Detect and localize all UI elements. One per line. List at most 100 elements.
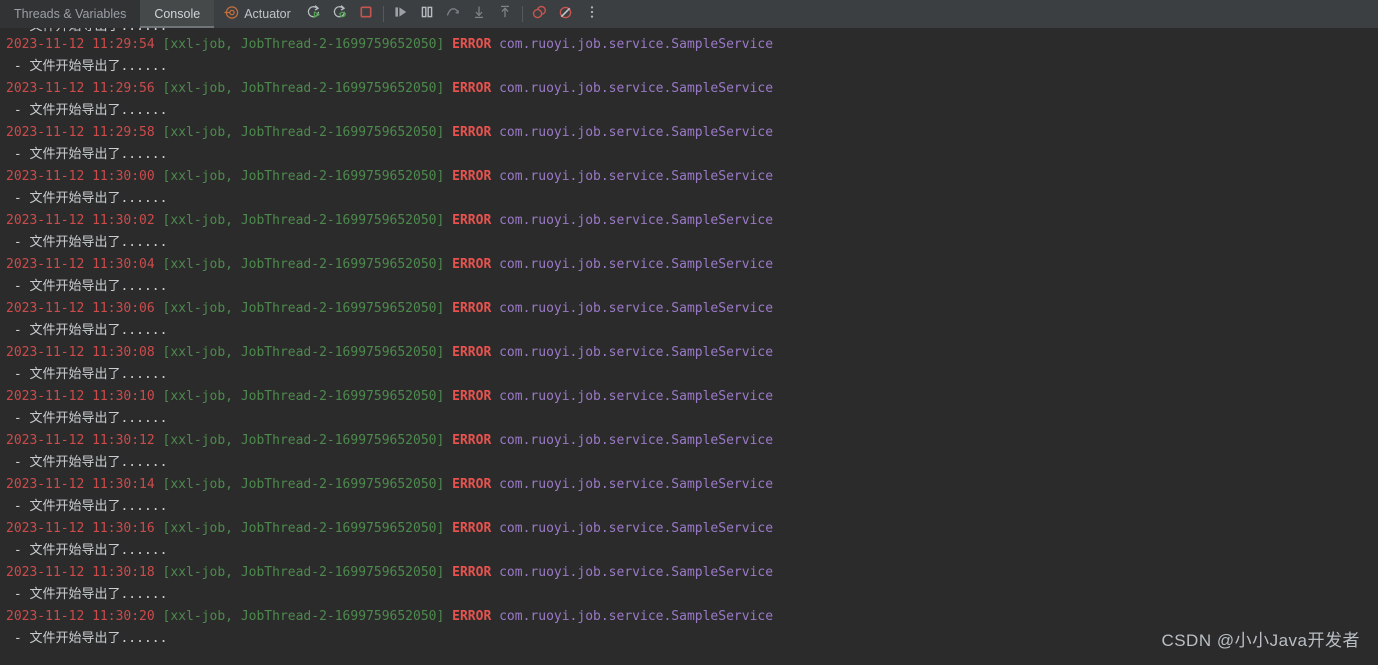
log-logger: com.ruoyi.job.service.SampleService bbox=[499, 609, 774, 624]
rerun-debug-bug-icon bbox=[332, 4, 348, 24]
debug-toolbar: Threads & Variables Console Actuator bbox=[0, 0, 1378, 28]
log-line-info: - 文件开始导出了...... bbox=[6, 540, 1378, 562]
log-timestamp: 2023-11-12 11:30:04 bbox=[6, 257, 163, 272]
log-timestamp: 2023-11-12 11:29:56 bbox=[6, 81, 163, 96]
log-line-info: - 文件开始导出了...... bbox=[6, 56, 1378, 78]
log-thread: [xxl-job, JobThread-2-1699759652050] bbox=[162, 521, 453, 536]
log-level: ERROR bbox=[452, 609, 500, 624]
console-output-area[interactable]: - 文件开始导出了...... 2023-11-12 11:29:54 [xxl-… bbox=[0, 28, 1378, 665]
log-logger: com.ruoyi.job.service.SampleService bbox=[499, 345, 774, 360]
more-vertical-icon bbox=[585, 4, 599, 24]
log-logger: com.ruoyi.job.service.SampleService bbox=[499, 521, 774, 536]
log-lines: - 文件开始导出了...... 2023-11-12 11:29:54 [xxl-… bbox=[6, 28, 1378, 650]
log-logger: com.ruoyi.job.service.SampleService bbox=[499, 565, 774, 580]
log-thread: [xxl-job, JobThread-2-1699759652050] bbox=[162, 565, 453, 580]
log-line-error: 2023-11-12 11:30:08 [xxl-job, JobThread-… bbox=[6, 342, 1378, 364]
log-level: ERROR bbox=[452, 565, 500, 580]
log-thread: [xxl-job, JobThread-2-1699759652050] bbox=[162, 169, 453, 184]
log-line-info: - 文件开始导出了...... bbox=[6, 584, 1378, 606]
log-level: ERROR bbox=[452, 521, 500, 536]
log-line-info: - 文件开始导出了...... bbox=[6, 320, 1378, 342]
log-message: - 文件开始导出了...... bbox=[6, 103, 168, 118]
step-into-icon bbox=[471, 4, 487, 24]
log-line-info: - 文件开始导出了...... bbox=[6, 276, 1378, 298]
log-level: ERROR bbox=[452, 389, 500, 404]
resume-program-button[interactable] bbox=[388, 0, 414, 28]
rerun-icon bbox=[306, 4, 322, 24]
log-level: ERROR bbox=[452, 477, 500, 492]
log-line-info: - 文件开始导出了...... bbox=[6, 364, 1378, 386]
tab-threads-and-variables[interactable]: Threads & Variables bbox=[0, 0, 141, 28]
log-line-info: - 文件开始导出了...... bbox=[6, 144, 1378, 166]
tab-console-label: Console bbox=[154, 7, 201, 21]
log-thread: [xxl-job, JobThread-2-1699759652050] bbox=[162, 125, 453, 140]
view-breakpoints-button[interactable] bbox=[527, 0, 553, 28]
log-logger: com.ruoyi.job.service.SampleService bbox=[499, 169, 774, 184]
log-message: - 文件开始导出了...... bbox=[6, 631, 168, 646]
log-message: - 文件开始导出了...... bbox=[6, 147, 168, 162]
toolbar-separator-1 bbox=[382, 6, 384, 22]
log-logger: com.ruoyi.job.service.SampleService bbox=[499, 477, 774, 492]
log-line-error: 2023-11-12 11:30:14 [xxl-job, JobThread-… bbox=[6, 474, 1378, 496]
log-message: - 文件开始导出了...... bbox=[6, 367, 168, 382]
log-line-error: 2023-11-12 11:29:56 [xxl-job, JobThread-… bbox=[6, 78, 1378, 100]
log-line-error: 2023-11-12 11:30:18 [xxl-job, JobThread-… bbox=[6, 562, 1378, 584]
step-out-icon bbox=[497, 4, 513, 24]
pause-program-button[interactable] bbox=[414, 0, 440, 28]
log-timestamp: 2023-11-12 11:29:54 bbox=[6, 37, 163, 52]
rerun-button[interactable] bbox=[301, 0, 327, 28]
log-level: ERROR bbox=[452, 213, 500, 228]
log-thread: [xxl-job, JobThread-2-1699759652050] bbox=[162, 477, 453, 492]
log-message: - 文件开始导出了...... bbox=[6, 59, 168, 74]
step-into-button[interactable] bbox=[466, 0, 492, 28]
log-timestamp: 2023-11-12 11:30:00 bbox=[6, 169, 163, 184]
log-logger: com.ruoyi.job.service.SampleService bbox=[499, 213, 774, 228]
actuator-button[interactable]: Actuator bbox=[218, 0, 297, 28]
log-line-error: 2023-11-12 11:30:16 [xxl-job, JobThread-… bbox=[6, 518, 1378, 540]
tab-threads-and-variables-label: Threads & Variables bbox=[14, 7, 127, 21]
step-over-button[interactable] bbox=[440, 0, 466, 28]
log-level: ERROR bbox=[452, 81, 500, 96]
log-message: - 文件开始导出了...... bbox=[6, 499, 168, 514]
log-message: - 文件开始导出了...... bbox=[6, 235, 168, 250]
log-message: - 文件开始导出了...... bbox=[6, 411, 168, 426]
log-message: - 文件开始导出了...... bbox=[6, 455, 168, 470]
log-logger: com.ruoyi.job.service.SampleService bbox=[499, 81, 774, 96]
breakpoints-icon bbox=[531, 4, 548, 25]
log-timestamp: 2023-11-12 11:30:20 bbox=[6, 609, 163, 624]
rerun-debug-button[interactable] bbox=[327, 0, 353, 28]
log-line-error: 2023-11-12 11:30:06 [xxl-job, JobThread-… bbox=[6, 298, 1378, 320]
log-thread: [xxl-job, JobThread-2-1699759652050] bbox=[162, 609, 453, 624]
log-line-info: - 文件开始导出了...... bbox=[6, 452, 1378, 474]
log-timestamp: 2023-11-12 11:30:16 bbox=[6, 521, 163, 536]
step-out-button[interactable] bbox=[492, 0, 518, 28]
log-thread: [xxl-job, JobThread-2-1699759652050] bbox=[162, 433, 453, 448]
log-message: - 文件开始导出了...... bbox=[6, 587, 168, 602]
tab-console[interactable]: Console bbox=[140, 0, 215, 28]
mute-breakpoints-button[interactable] bbox=[553, 0, 579, 28]
more-options-button[interactable] bbox=[579, 0, 605, 28]
log-level: ERROR bbox=[452, 125, 500, 140]
log-thread: [xxl-job, JobThread-2-1699759652050] bbox=[162, 37, 453, 52]
log-logger: com.ruoyi.job.service.SampleService bbox=[499, 389, 774, 404]
log-level: ERROR bbox=[452, 257, 500, 272]
log-line-info: - 文件开始导出了...... bbox=[6, 232, 1378, 254]
log-line-error: 2023-11-12 11:30:12 [xxl-job, JobThread-… bbox=[6, 430, 1378, 452]
log-timestamp: 2023-11-12 11:30:14 bbox=[6, 477, 163, 492]
log-level: ERROR bbox=[452, 301, 500, 316]
log-logger: com.ruoyi.job.service.SampleService bbox=[499, 433, 774, 448]
log-line-error: 2023-11-12 11:30:02 [xxl-job, JobThread-… bbox=[6, 210, 1378, 232]
log-line-error: 2023-11-12 11:30:04 [xxl-job, JobThread-… bbox=[6, 254, 1378, 276]
log-line-info: - 文件开始导出了...... bbox=[6, 496, 1378, 518]
log-timestamp: 2023-11-12 11:30:08 bbox=[6, 345, 163, 360]
log-logger: com.ruoyi.job.service.SampleService bbox=[499, 257, 774, 272]
log-message: - 文件开始导出了...... bbox=[6, 279, 168, 294]
pause-icon bbox=[419, 4, 435, 24]
log-line-error: 2023-11-12 11:29:54 [xxl-job, JobThread-… bbox=[6, 34, 1378, 56]
stop-button[interactable] bbox=[353, 0, 379, 28]
log-message: - 文件开始导出了...... bbox=[6, 543, 168, 558]
log-logger: com.ruoyi.job.service.SampleService bbox=[499, 125, 774, 140]
log-thread: [xxl-job, JobThread-2-1699759652050] bbox=[162, 345, 453, 360]
log-logger: com.ruoyi.job.service.SampleService bbox=[499, 301, 774, 316]
log-level: ERROR bbox=[452, 345, 500, 360]
